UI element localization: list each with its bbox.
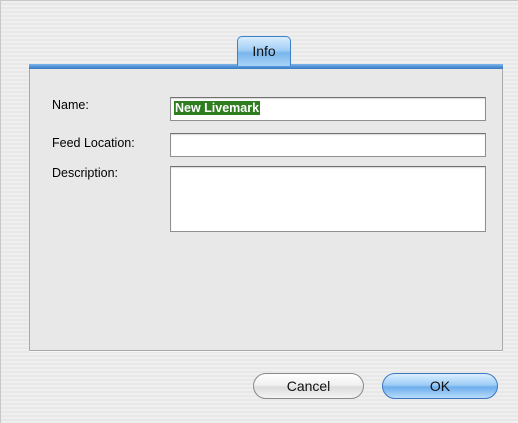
description-field[interactable] <box>170 166 486 232</box>
description-label: Description: <box>52 166 118 180</box>
name-field[interactable]: New Livemark <box>170 97 486 121</box>
name-field-value: New Livemark <box>174 101 261 115</box>
feed-location-label: Feed Location: <box>52 136 135 150</box>
tab-info[interactable]: Info <box>237 36 291 66</box>
cancel-button[interactable]: Cancel <box>253 373 364 399</box>
name-label: Name: <box>52 98 89 112</box>
livemark-properties-dialog: Info Name: New Livemark Feed Location: D… <box>0 0 518 423</box>
ok-button[interactable]: OK <box>382 373 498 399</box>
info-panel: Name: New Livemark Feed Location: Descri… <box>29 69 503 351</box>
feed-location-field[interactable] <box>170 133 486 157</box>
